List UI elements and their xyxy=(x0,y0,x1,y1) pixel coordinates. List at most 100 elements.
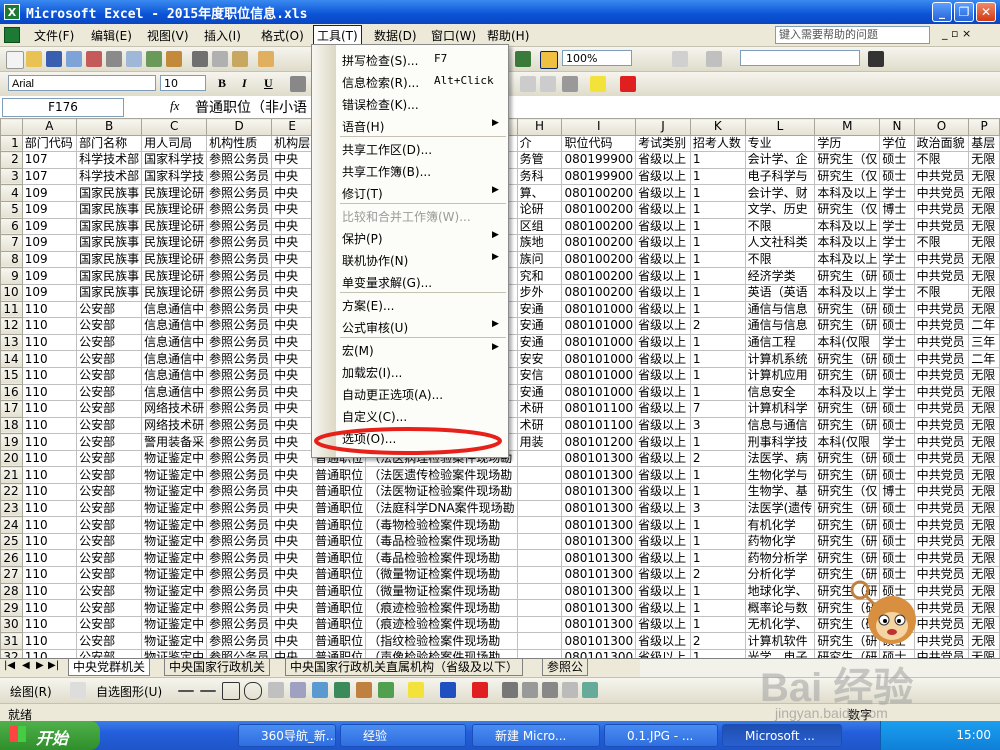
cell[interactable]: 研究生（仅 xyxy=(814,151,881,169)
cell[interactable]: 省级以上 xyxy=(635,234,691,252)
row-header[interactable]: 7 xyxy=(0,234,23,252)
cell[interactable]: 无限 xyxy=(968,400,1000,418)
cell[interactable]: 信息通信中 xyxy=(141,300,208,319)
cell[interactable]: 无限 xyxy=(968,632,1000,650)
cell[interactable]: （声像检验检案件现场勘 xyxy=(365,649,518,658)
cell[interactable]: 中共党员 xyxy=(913,383,970,402)
cell[interactable]: 公安部 xyxy=(76,333,143,352)
cell[interactable]: 普通职位 xyxy=(312,615,367,634)
cell[interactable]: 物证鉴定中 xyxy=(141,649,208,658)
cell[interactable]: 信息通信中 xyxy=(141,317,208,335)
cell[interactable]: 生物化学与 xyxy=(744,466,816,485)
cell[interactable]: 公安部 xyxy=(76,566,143,584)
row-header[interactable]: 27 xyxy=(0,566,23,584)
cell[interactable]: 学士 xyxy=(879,383,915,402)
cell[interactable]: 中央 xyxy=(271,466,314,485)
cell[interactable]: 论研 xyxy=(516,200,563,219)
tools-menu-item[interactable]: 共享工作区(D)... xyxy=(312,138,508,159)
cell[interactable]: 1 xyxy=(689,366,746,385)
tools-menu-item[interactable]: 比较和合并工作簿(W)... xyxy=(312,205,508,226)
cell[interactable] xyxy=(516,466,563,485)
sheet-tab-admin[interactable]: 中央国家行政机关 xyxy=(164,659,271,676)
cell[interactable]: 公安部 xyxy=(76,615,143,634)
bold-button[interactable]: B xyxy=(218,76,226,91)
cell[interactable]: 务科 xyxy=(516,167,563,186)
decrease-indent-icon[interactable] xyxy=(520,76,536,92)
cell[interactable]: 中共党员 xyxy=(913,267,970,285)
cell[interactable]: 110 xyxy=(21,433,78,451)
cell[interactable]: 省级以上 xyxy=(635,250,691,269)
cell[interactable]: 2 xyxy=(689,632,746,650)
cell[interactable]: 参照公务员 xyxy=(206,649,273,658)
cell[interactable]: 参照公务员 xyxy=(206,167,273,186)
cell[interactable]: 080101300 xyxy=(561,599,637,617)
formula-input[interactable]: 普通职位（非小语 xyxy=(195,97,307,117)
row-header[interactable]: 22 xyxy=(0,483,23,501)
cell[interactable]: 法医学、病 xyxy=(744,449,816,468)
cell[interactable] xyxy=(516,649,563,658)
cell[interactable]: 用人司局 xyxy=(141,134,208,153)
cell[interactable]: 研究生（研 xyxy=(814,350,881,368)
chart-wizard-icon[interactable] xyxy=(515,51,531,67)
cell[interactable]: 1 xyxy=(689,383,746,402)
print-icon[interactable] xyxy=(106,51,122,67)
tab-nav-first[interactable]: |◀ xyxy=(4,660,15,671)
cell[interactable]: 省级以上 xyxy=(635,151,691,169)
cell[interactable]: 机构性质 xyxy=(206,134,273,153)
cell[interactable]: 中共党员 xyxy=(913,483,970,501)
cell[interactable]: 研究生（仅 xyxy=(814,483,881,501)
menu-edit[interactable]: 编辑(E) xyxy=(91,27,132,44)
cell[interactable]: 科学技术部 xyxy=(76,167,143,186)
cell[interactable]: 用装 xyxy=(516,433,563,451)
cell[interactable]: 民族理论研 xyxy=(141,267,208,285)
cell[interactable]: （微量物证检案件现场勘 xyxy=(365,566,518,584)
cell[interactable]: 中共党员 xyxy=(913,449,970,468)
cell[interactable]: 省级以上 xyxy=(635,433,691,451)
cell[interactable]: 110 xyxy=(21,566,78,584)
cell[interactable]: 无限 xyxy=(968,184,1000,202)
cell[interactable]: 国家民族事 xyxy=(76,267,143,285)
align-left-icon[interactable] xyxy=(290,76,306,92)
cell[interactable]: 1 xyxy=(689,466,746,485)
cell[interactable]: 3 xyxy=(689,416,746,435)
cell[interactable]: 研究生（研 xyxy=(814,499,881,518)
cell[interactable]: 中央 xyxy=(271,383,314,402)
cell[interactable]: 110 xyxy=(21,400,78,418)
cell[interactable]: 参照公务员 xyxy=(206,416,273,435)
cell[interactable]: 国家科学技 xyxy=(141,151,208,169)
cell[interactable]: 无限 xyxy=(968,649,1000,658)
cell[interactable]: 研究生（研 xyxy=(814,532,881,551)
cell[interactable]: 计算机科学 xyxy=(744,400,816,418)
select-all-corner[interactable] xyxy=(0,118,23,136)
cell[interactable]: 电子科学与 xyxy=(744,167,816,186)
cell[interactable]: 信息通信中 xyxy=(141,383,208,402)
cell[interactable]: 公安部 xyxy=(76,433,143,451)
cell[interactable]: 国家民族事 xyxy=(76,217,143,236)
cell[interactable]: 省级以上 xyxy=(635,416,691,435)
cell[interactable]: 省级以上 xyxy=(635,483,691,501)
tools-menu-item[interactable]: 单变量求解(G)... xyxy=(312,271,508,292)
cell[interactable]: 110 xyxy=(21,599,78,617)
cell[interactable]: 中央 xyxy=(271,250,314,269)
cell[interactable]: 信息通信中 xyxy=(141,366,208,385)
cell[interactable]: 信息安全 xyxy=(744,383,816,402)
column-header[interactable]: C xyxy=(141,118,208,136)
cell[interactable]: 080101300 xyxy=(561,449,637,468)
cell[interactable]: 080101200 xyxy=(561,433,637,451)
column-header[interactable]: L xyxy=(744,118,816,136)
cell[interactable]: 1 xyxy=(689,267,746,285)
cell[interactable]: 普通职位 xyxy=(312,599,367,617)
tab-nav-last[interactable]: ▶| xyxy=(48,660,59,671)
cell[interactable]: 学士 xyxy=(879,217,915,236)
cell[interactable]: 参照公务员 xyxy=(206,250,273,269)
cell[interactable]: 省级以上 xyxy=(635,184,691,202)
cell[interactable]: 机构层 xyxy=(271,134,314,153)
cell[interactable]: 080100200 xyxy=(561,250,637,269)
cell[interactable]: 中央 xyxy=(271,649,314,658)
cell[interactable]: 中共党员 xyxy=(913,499,970,518)
cell[interactable]: 普通职位 xyxy=(312,566,367,584)
cell[interactable]: 安通 xyxy=(516,300,563,319)
cell[interactable]: 中央 xyxy=(271,167,314,186)
cell[interactable]: 通信与信息 xyxy=(744,300,816,319)
cell[interactable]: 会计学、财 xyxy=(744,184,816,202)
